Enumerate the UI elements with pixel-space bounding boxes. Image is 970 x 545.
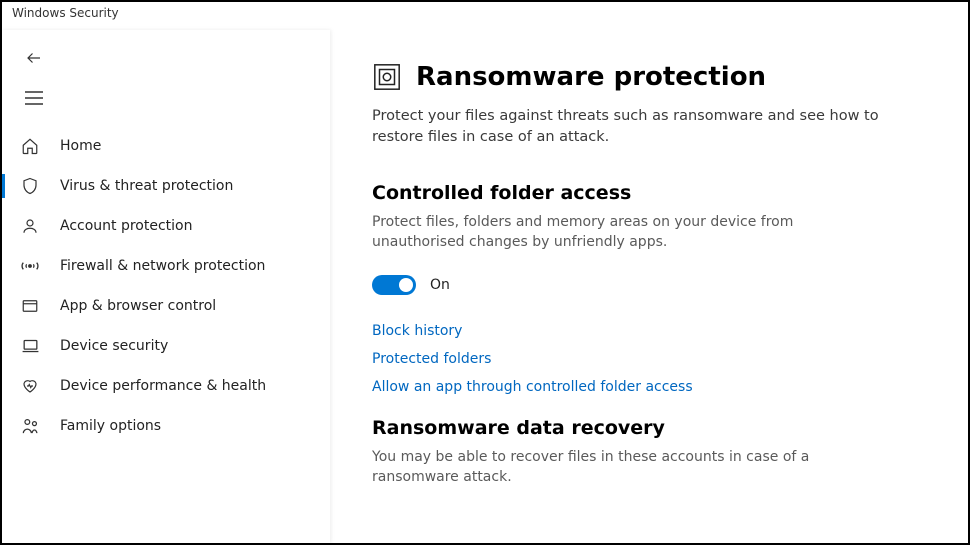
sidebar-item-account[interactable]: Account protection [2,206,330,246]
hamburger-button[interactable] [14,80,54,116]
sidebar: Home Virus & threat protection Account p… [2,30,330,543]
sidebar-item-label: Family options [60,418,161,434]
sidebar-item-performance[interactable]: Device performance & health [2,366,330,406]
cfa-title: Controlled folder access [372,182,928,204]
recovery-title: Ransomware data recovery [372,417,928,439]
antenna-icon [20,256,40,276]
shield-icon [20,176,40,196]
sidebar-item-device-security[interactable]: Device security [2,326,330,366]
sidebar-item-label: Device performance & health [60,378,266,394]
arrow-left-icon [25,49,43,67]
sidebar-item-label: Firewall & network protection [60,258,265,274]
cfa-toggle[interactable] [372,275,416,295]
recovery-description: You may be able to recover files in thes… [372,447,852,488]
link-protected-folders[interactable]: Protected folders [372,351,928,367]
page-title: Ransomware protection [416,62,766,92]
sidebar-item-family[interactable]: Family options [2,406,330,446]
sidebar-item-label: Home [60,138,101,154]
person-icon [20,216,40,236]
ransomware-icon [372,62,402,92]
sidebar-item-home[interactable]: Home [2,126,330,166]
laptop-icon [20,336,40,356]
sidebar-item-firewall[interactable]: Firewall & network protection [2,246,330,286]
app-window-icon [20,296,40,316]
back-button[interactable] [14,40,54,76]
window-title: Windows Security [12,6,119,20]
sidebar-item-label: Virus & threat protection [60,178,233,194]
heart-icon [20,376,40,396]
sidebar-item-label: Device security [60,338,168,354]
cfa-toggle-label: On [430,277,450,293]
cfa-description: Protect files, folders and memory areas … [372,212,852,253]
family-icon [20,416,40,436]
sidebar-item-label: Account protection [60,218,193,234]
sidebar-item-virus-threat[interactable]: Virus & threat protection [2,166,330,206]
page-description: Protect your files against threats such … [372,106,892,148]
hamburger-icon [25,91,43,105]
window-titlebar: Windows Security [2,2,968,30]
home-icon [20,136,40,156]
link-allow-app[interactable]: Allow an app through controlled folder a… [372,379,928,395]
sidebar-item-app-browser[interactable]: App & browser control [2,286,330,326]
link-block-history[interactable]: Block history [372,323,928,339]
sidebar-item-label: App & browser control [60,298,216,314]
main-content: Ransomware protection Protect your files… [330,30,968,543]
